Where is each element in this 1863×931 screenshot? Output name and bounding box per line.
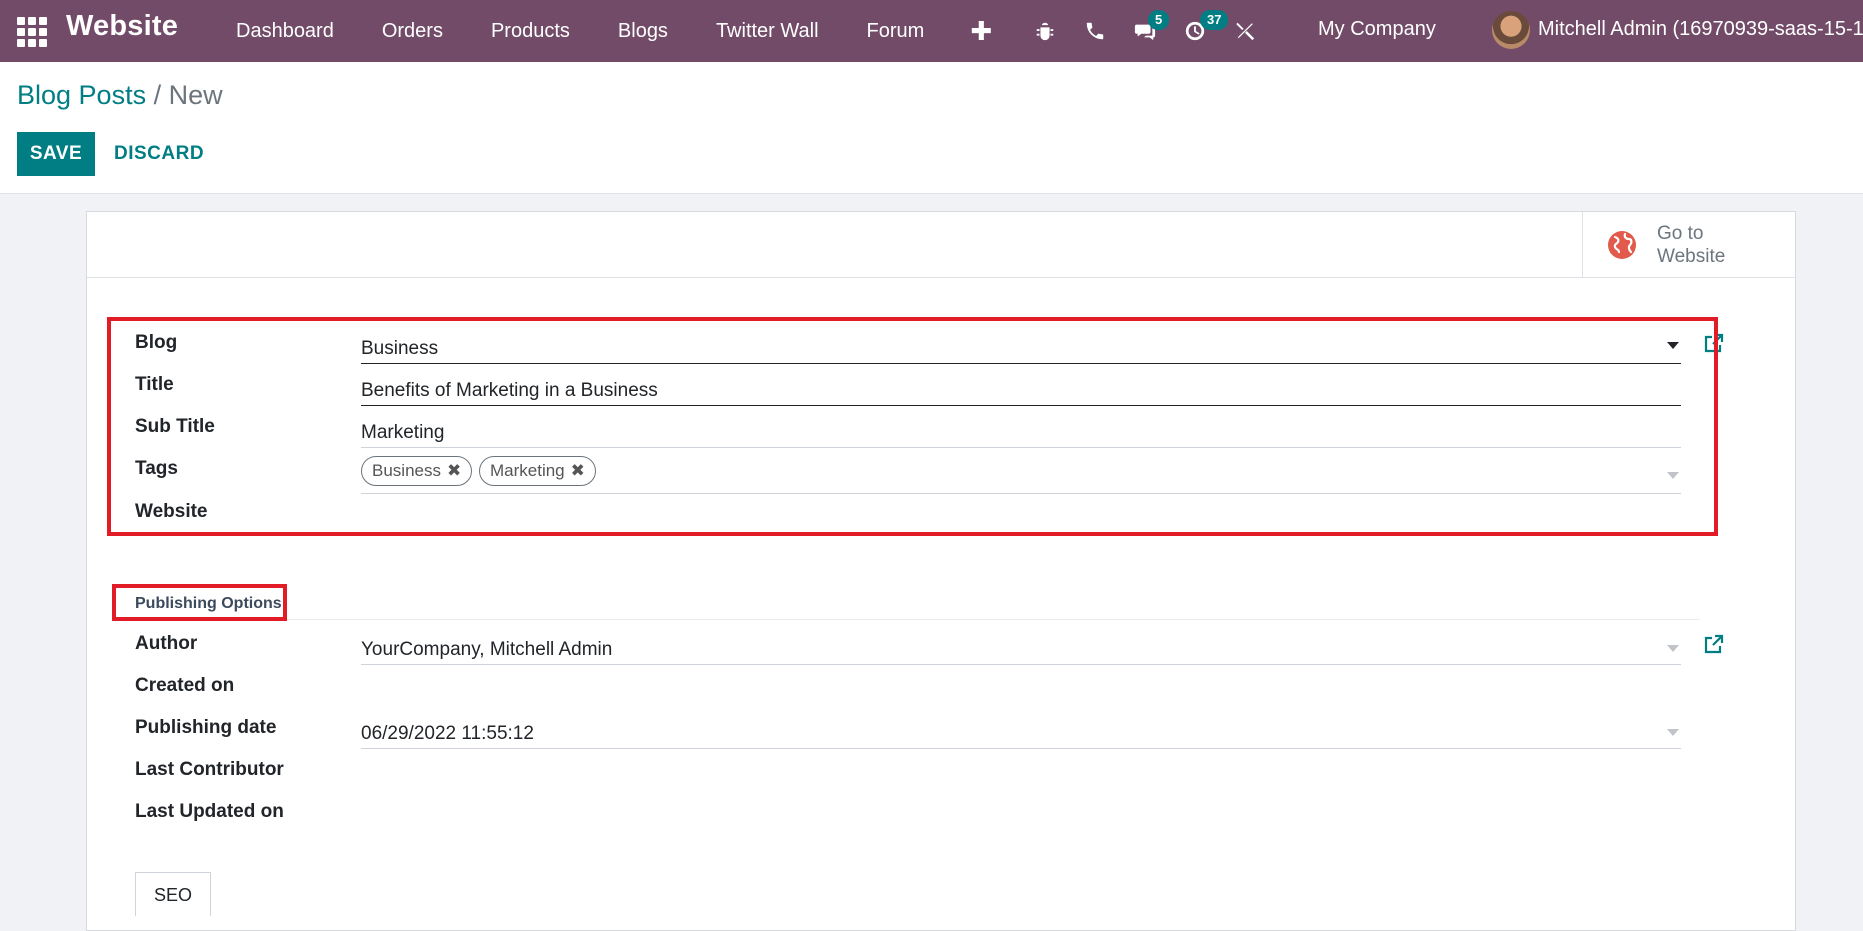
publishing-date-input[interactable] (361, 711, 1681, 749)
messages-badge: 5 (1148, 10, 1170, 30)
messages-icon[interactable]: 5 (1120, 0, 1170, 62)
author-select[interactable] (361, 627, 1681, 665)
breadcrumb-current: New (168, 80, 223, 110)
title-input[interactable] (361, 368, 1681, 406)
blog-external-link-icon[interactable] (1703, 332, 1725, 354)
created-on-label: Created on (135, 675, 235, 696)
company-switcher[interactable]: My Company (1318, 0, 1436, 58)
tags-field[interactable]: Business ✖ Marketing ✖ (361, 452, 1681, 494)
globe-icon (1608, 231, 1636, 259)
tags-dropdown-icon[interactable] (1667, 472, 1679, 479)
tab-seo[interactable]: SEO (135, 872, 211, 916)
publishing-date-label: Publishing date (135, 717, 277, 738)
created-on-row: Created on (87, 667, 1795, 709)
blog-label: Blog (135, 332, 178, 353)
menu-orders[interactable]: Orders (358, 0, 467, 62)
go-to-website-button[interactable]: Go to Website (1582, 212, 1795, 278)
tag-marketing-label: Marketing (490, 461, 565, 480)
menu-products[interactable]: Products (467, 0, 594, 62)
breadcrumb-blog-posts[interactable]: Blog Posts (17, 80, 146, 110)
add-menu-icon[interactable]: ✚ (948, 0, 1014, 62)
title-row: Title (87, 366, 1795, 408)
last-updated-label: Last Updated on (135, 801, 284, 822)
publishing-options-title: Publishing Options (135, 595, 282, 612)
discard-button[interactable]: DISCARD (104, 132, 214, 176)
author-label: Author (135, 633, 198, 654)
menu-dashboard[interactable]: Dashboard (212, 0, 358, 62)
save-button[interactable]: SAVE (17, 132, 95, 176)
phone-icon[interactable] (1070, 0, 1120, 62)
blog-select[interactable] (361, 326, 1681, 364)
remove-tag-icon[interactable]: ✖ (571, 461, 585, 480)
menu-forum[interactable]: Forum (843, 0, 949, 62)
blog-row: Blog (87, 324, 1795, 366)
publishing-date-dropdown-icon[interactable] (1667, 729, 1679, 736)
author-dropdown-icon[interactable] (1667, 645, 1679, 652)
activities-clock-icon[interactable]: 37 (1170, 0, 1229, 62)
app-name[interactable]: Website (66, 10, 178, 43)
form-sheet: Go to Website Blog Title Sub Title Tags … (86, 211, 1796, 931)
control-panel: Blog Posts / New SAVE DISCARD (0, 62, 1863, 194)
remove-tag-icon[interactable]: ✖ (447, 461, 461, 480)
main-menu: Dashboard Orders Products Blogs Twitter … (212, 0, 1014, 62)
author-external-link-icon[interactable] (1703, 633, 1725, 655)
last-updated-row: Last Updated on (87, 793, 1795, 835)
author-row: Author (87, 625, 1795, 667)
title-label: Title (135, 374, 174, 395)
tags-row: Tags Business ✖ Marketing ✖ (87, 450, 1795, 494)
app-grid-icon[interactable] (14, 14, 47, 47)
top-navbar: Website Dashboard Orders Products Blogs … (0, 0, 1863, 62)
last-contributor-label: Last Contributor (135, 759, 284, 780)
blog-dropdown-icon[interactable] (1667, 342, 1679, 349)
breadcrumb-separator: / (153, 80, 162, 110)
tools-icon[interactable] (1220, 0, 1270, 62)
tag-business[interactable]: Business ✖ (361, 456, 473, 486)
section-separator (135, 619, 1700, 620)
subtitle-input[interactable] (361, 410, 1681, 448)
menu-twitter-wall[interactable]: Twitter Wall (692, 0, 843, 62)
publishing-date-row: Publishing date (87, 709, 1795, 751)
breadcrumb: Blog Posts / New (17, 80, 223, 111)
user-menu[interactable]: Mitchell Admin (16970939-saas-15-1- (1538, 0, 1863, 58)
systray: 5 37 (1020, 0, 1270, 62)
tags-label: Tags (135, 458, 178, 479)
go-to-website-label: Go to Website (1657, 223, 1726, 267)
website-row: Website (87, 493, 1795, 535)
subtitle-row: Sub Title (87, 408, 1795, 450)
tag-marketing[interactable]: Marketing ✖ (479, 456, 596, 486)
last-contributor-row: Last Contributor (87, 751, 1795, 793)
tag-business-label: Business (372, 461, 441, 480)
debug-bug-icon[interactable] (1020, 0, 1070, 62)
website-label: Website (135, 501, 208, 522)
menu-blogs[interactable]: Blogs (594, 0, 692, 62)
subtitle-label: Sub Title (135, 416, 215, 437)
user-avatar[interactable] (1492, 11, 1530, 49)
button-box: Go to Website (87, 212, 1795, 278)
